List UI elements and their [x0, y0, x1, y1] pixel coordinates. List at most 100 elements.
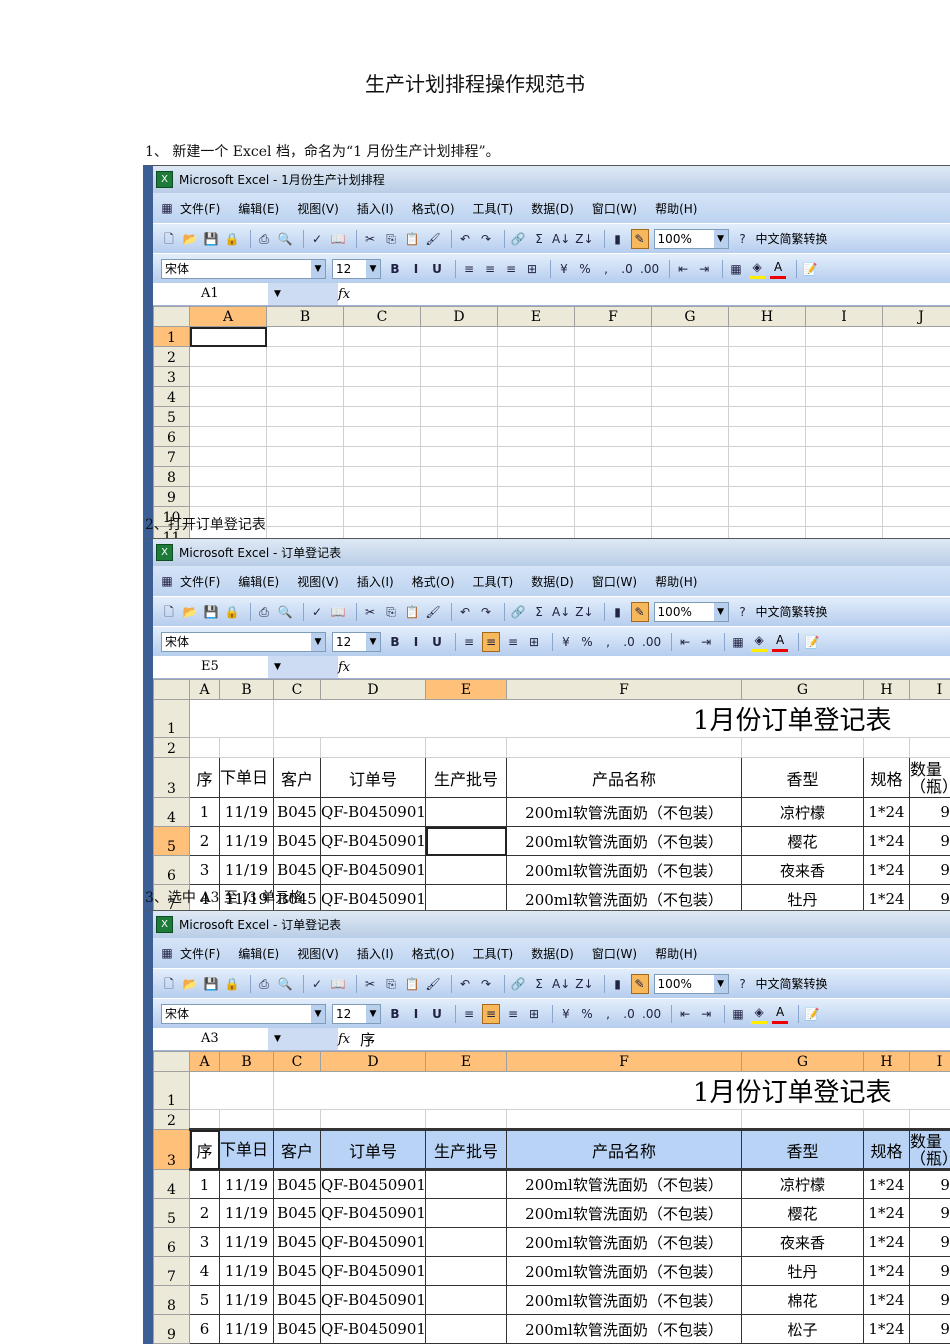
- name-box-dropdown[interactable]: ▼: [268, 656, 338, 678]
- menu-item[interactable]: 窗口(W): [592, 945, 637, 962]
- table-cell[interactable]: 2: [189, 826, 220, 856]
- research-icon[interactable]: 📖: [330, 230, 346, 248]
- cell[interactable]: [189, 366, 267, 387]
- comma-icon[interactable]: ,: [598, 260, 614, 278]
- cell[interactable]: [343, 426, 421, 447]
- comma-icon[interactable]: ,: [600, 633, 616, 651]
- table-cell[interactable]: 200ml软管洗面奶（不包装）: [506, 1256, 742, 1286]
- menu-item[interactable]: 编辑(E): [238, 573, 279, 590]
- table-cell[interactable]: [425, 826, 507, 856]
- menu-item[interactable]: 视图(V): [297, 200, 339, 217]
- table-cell[interactable]: [425, 884, 507, 910]
- menu-item[interactable]: 格式(O): [412, 573, 455, 590]
- cell[interactable]: [273, 1109, 321, 1130]
- menu-item[interactable]: 编辑(E): [238, 945, 279, 962]
- format-painter-icon[interactable]: 🖌: [425, 603, 441, 621]
- select-all-corner[interactable]: [153, 679, 190, 700]
- print-icon[interactable]: ⎙: [256, 230, 272, 248]
- undo-icon[interactable]: ↶: [457, 975, 473, 993]
- cell[interactable]: [420, 326, 498, 347]
- cell[interactable]: [266, 506, 344, 527]
- bold-icon[interactable]: B: [387, 260, 403, 278]
- table-cell[interactable]: 200ml软管洗面奶（不包装）: [506, 1285, 742, 1315]
- research-icon[interactable]: 📖: [330, 975, 346, 993]
- increase-decimal-icon[interactable]: .0: [619, 260, 635, 278]
- column-header[interactable]: G: [651, 306, 729, 327]
- column-header[interactable]: D: [320, 1051, 426, 1072]
- borders-icon[interactable]: ▦: [730, 1005, 746, 1023]
- paste-icon[interactable]: 📋: [404, 230, 420, 248]
- cell[interactable]: [741, 737, 864, 758]
- cell[interactable]: [651, 366, 729, 387]
- menu-item[interactable]: 格式(O): [412, 945, 455, 962]
- cell[interactable]: [189, 326, 267, 347]
- font-select[interactable]: 宋体 ▼: [161, 631, 326, 652]
- table-header-cell[interactable]: 订单号: [320, 1128, 426, 1171]
- table-cell[interactable]: B045: [273, 826, 321, 856]
- menu-item[interactable]: 视图(V): [297, 945, 339, 962]
- format-painter-icon[interactable]: 🖌: [425, 975, 441, 993]
- column-header[interactable]: A: [189, 679, 220, 700]
- percent-icon[interactable]: %: [577, 260, 593, 278]
- help-icon[interactable]: ?: [735, 603, 751, 621]
- merge-center-icon[interactable]: ⊞: [524, 260, 540, 278]
- align-left-icon[interactable]: ≡: [461, 1005, 477, 1023]
- permission-icon[interactable]: 🔒: [224, 230, 240, 248]
- cell[interactable]: [266, 526, 344, 538]
- cell[interactable]: [651, 346, 729, 367]
- research-icon[interactable]: 📖: [330, 603, 346, 621]
- column-header[interactable]: C: [343, 306, 421, 327]
- italic-icon[interactable]: I: [408, 633, 424, 651]
- cut-icon[interactable]: ✂: [362, 230, 378, 248]
- cell[interactable]: [497, 366, 575, 387]
- table-cell[interactable]: 1*24: [863, 797, 910, 827]
- table-cell[interactable]: QF-B0450901: [320, 1285, 426, 1315]
- table-cell[interactable]: 960: [909, 1256, 950, 1286]
- help-icon[interactable]: ?: [735, 975, 751, 993]
- table-header-cell[interactable]: 数量（瓶）: [909, 1128, 950, 1171]
- menu-item[interactable]: 数据(D): [531, 573, 574, 590]
- spelling-icon[interactable]: ✓: [309, 603, 325, 621]
- currency-icon[interactable]: ¥: [556, 260, 572, 278]
- cell[interactable]: [497, 486, 575, 507]
- workbook-icon[interactable]: ▦: [159, 572, 175, 590]
- underline-icon[interactable]: U: [429, 1005, 445, 1023]
- table-cell[interactable]: B045: [273, 855, 321, 885]
- column-header[interactable]: C: [273, 679, 321, 700]
- table-cell[interactable]: QF-B0450901: [320, 1198, 426, 1228]
- cell[interactable]: [805, 366, 883, 387]
- borders-icon[interactable]: ▦: [730, 633, 746, 651]
- table-cell[interactable]: 2: [189, 1198, 220, 1228]
- cell[interactable]: [189, 486, 267, 507]
- cell[interactable]: [266, 466, 344, 487]
- cell[interactable]: [741, 1109, 864, 1130]
- table-cell[interactable]: 11/19: [219, 1314, 274, 1344]
- cell[interactable]: [506, 1109, 742, 1130]
- increase-indent-icon[interactable]: ⇥: [698, 1005, 714, 1023]
- table-cell[interactable]: 200ml软管洗面奶（不包装）: [506, 1314, 742, 1344]
- format-painter-icon[interactable]: 🖌: [425, 230, 441, 248]
- column-header[interactable]: F: [506, 679, 742, 700]
- column-header[interactable]: E: [425, 1051, 507, 1072]
- menu-item[interactable]: 帮助(H): [655, 200, 697, 217]
- redo-icon[interactable]: ↷: [478, 230, 494, 248]
- cell[interactable]: [882, 366, 950, 387]
- table-cell[interactable]: QF-B0450901: [320, 1227, 426, 1257]
- fx-icon[interactable]: fx: [338, 287, 350, 302]
- paste-icon[interactable]: 📋: [404, 975, 420, 993]
- cell[interactable]: [574, 426, 652, 447]
- chinese-conversion-button[interactable]: 中文简繁转换: [756, 975, 828, 992]
- chevron-down-icon[interactable]: ▼: [311, 632, 325, 651]
- table-cell[interactable]: 11/19: [219, 826, 274, 856]
- cell[interactable]: [189, 699, 274, 738]
- cell[interactable]: [497, 466, 575, 487]
- table-cell[interactable]: 1: [189, 1169, 220, 1199]
- row-header[interactable]: 2: [153, 346, 190, 367]
- name-box[interactable]: E5: [153, 657, 268, 677]
- redo-icon[interactable]: ↷: [478, 975, 494, 993]
- cell[interactable]: [882, 406, 950, 427]
- cell[interactable]: [343, 406, 421, 427]
- table-cell[interactable]: 凉柠檬: [741, 1169, 864, 1199]
- edit-icon[interactable]: 📝: [804, 1005, 820, 1023]
- cell[interactable]: [497, 526, 575, 538]
